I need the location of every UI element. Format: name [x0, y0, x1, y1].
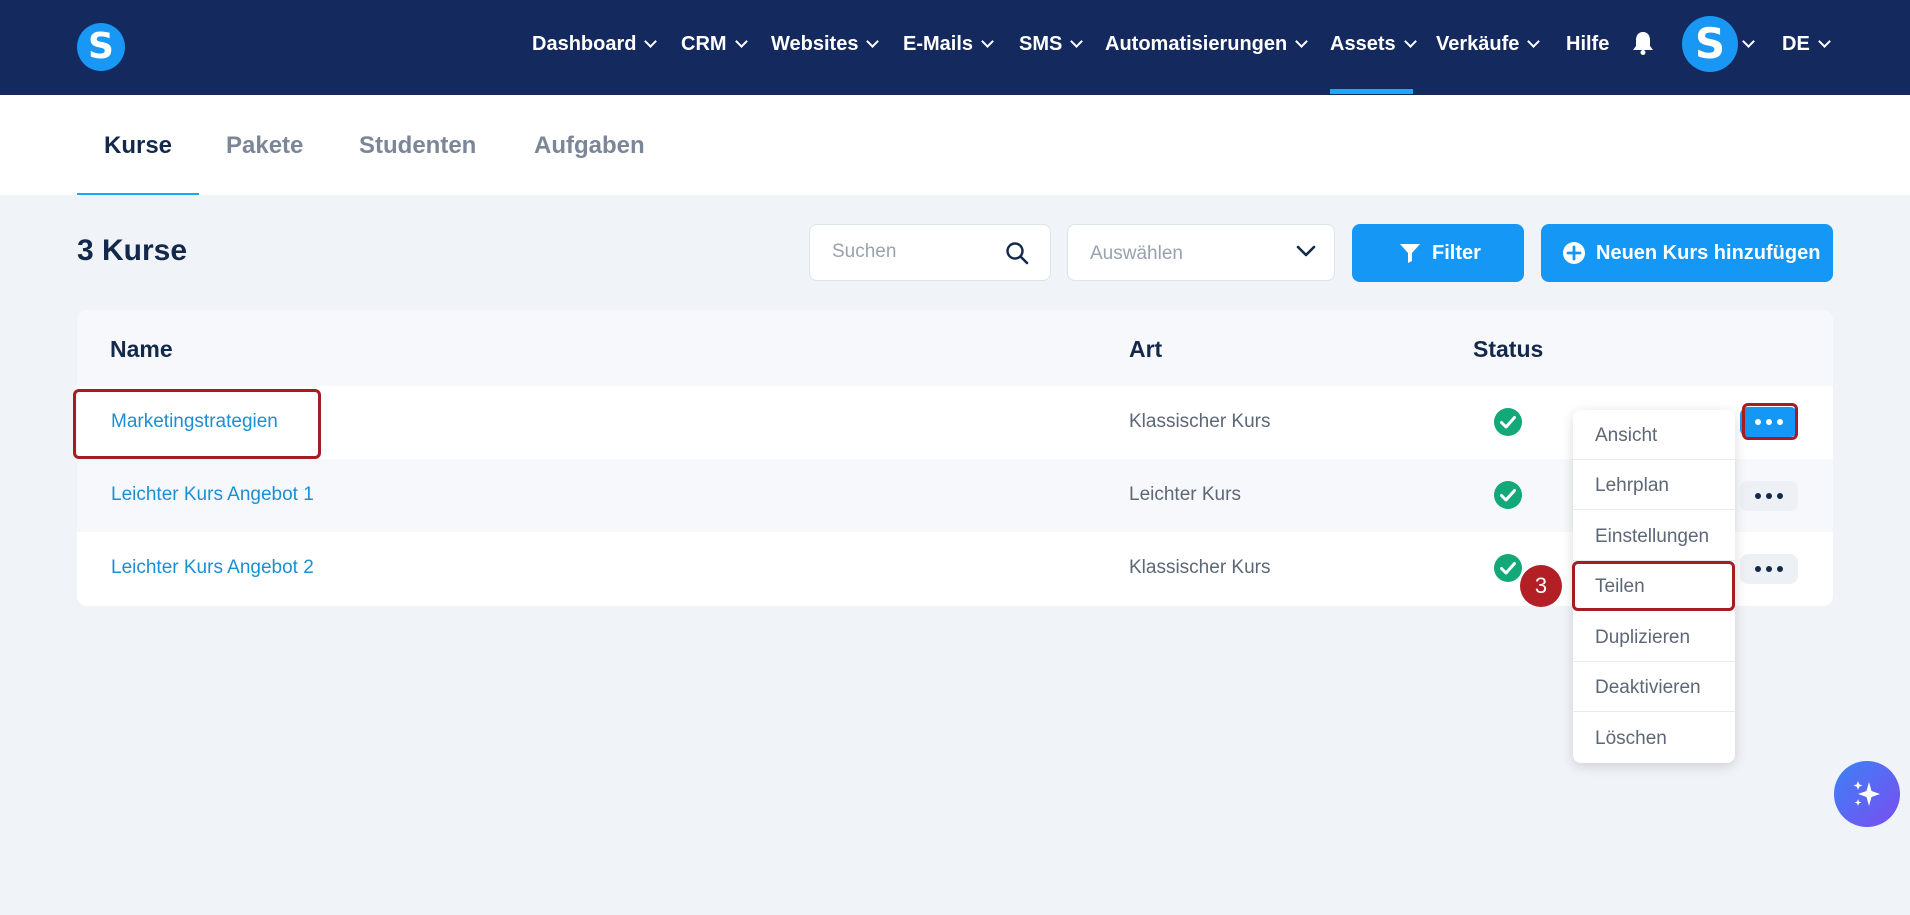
tab-active-indicator [77, 193, 199, 195]
nav-item-hilfe[interactable]: Hilfe [1566, 33, 1609, 56]
nav-label: Dashboard [532, 33, 637, 55]
search-icon[interactable] [1005, 241, 1029, 265]
menu-item-loeschen[interactable]: Löschen [1573, 713, 1735, 763]
chevron-down-icon [1070, 35, 1084, 48]
menu-item-label: Lehrplan [1595, 475, 1669, 496]
column-header-name[interactable]: Name [110, 336, 173, 363]
dot-icon [1766, 493, 1772, 499]
chevron-down-icon [734, 35, 748, 48]
nav-label: Automatisierungen [1105, 33, 1288, 55]
course-type: Klassischer Kurs [1129, 557, 1271, 578]
filter-button[interactable]: Filter [1352, 224, 1524, 282]
row-actions-button[interactable] [1740, 481, 1798, 511]
menu-item-label: Einstellungen [1595, 526, 1710, 547]
table-row: Leichter Kurs Angebot 1 Leichter Kurs [77, 459, 1833, 532]
row-actions-button[interactable] [1740, 554, 1798, 584]
search-input[interactable] [832, 241, 1002, 263]
column-header-art[interactable]: Art [1129, 336, 1162, 363]
chevron-down-icon [1296, 245, 1316, 257]
nav-item-dashboard[interactable]: Dashboard [532, 33, 658, 56]
plus-circle-icon [1563, 242, 1585, 264]
filter-button-label: Filter [1432, 242, 1481, 264]
menu-item-deaktivieren[interactable]: Deaktivieren [1573, 662, 1735, 712]
nav-label: E-Mails [903, 33, 974, 55]
step-badge: 3 [1520, 565, 1562, 607]
bell-icon[interactable] [1632, 31, 1654, 55]
dot-icon [1777, 566, 1783, 572]
course-type: Klassischer Kurs [1129, 411, 1271, 432]
table-header: Name Art Status [77, 310, 1833, 386]
course-type: Leichter Kurs [1129, 484, 1241, 505]
table-row: Leichter Kurs Angebot 2 Klassischer Kurs [77, 532, 1833, 605]
menu-item-label: Duplizieren [1595, 627, 1691, 648]
add-course-button-label: Neuen Kurs hinzufügen [1596, 242, 1821, 264]
nav-label: Assets [1330, 33, 1396, 55]
select-placeholder: Auswählen [1090, 243, 1183, 264]
dot-icon [1755, 493, 1761, 499]
dot-icon [1766, 566, 1772, 572]
table-row: Marketingstrategien Klassischer Kurs [77, 386, 1833, 459]
ai-assistant-button[interactable] [1834, 761, 1900, 827]
highlight-course-name [73, 389, 321, 459]
add-course-button[interactable]: Neuen Kurs hinzufügen [1541, 224, 1833, 282]
sparkle-icon [1853, 781, 1880, 806]
nav-item-verkaeufe[interactable]: Verkäufe [1436, 33, 1541, 56]
tab-pakete[interactable]: Pakete [226, 132, 303, 160]
courses-table: Name Art Status Marketingstrategien Klas… [77, 310, 1833, 606]
avatar-menu-toggle[interactable] [1742, 33, 1755, 56]
top-nav-bar: S Dashboard CRM Websites E-Mails SMS Aut… [0, 0, 1910, 95]
tab-kurse[interactable]: Kurse [104, 132, 172, 160]
language-label: DE [1782, 33, 1810, 55]
check-circle-icon [1494, 481, 1522, 509]
user-avatar[interactable]: S [1682, 16, 1738, 72]
dot-icon [1755, 566, 1761, 572]
menu-item-ansicht[interactable]: Ansicht [1573, 410, 1735, 460]
type-select[interactable]: Auswählen [1067, 224, 1335, 281]
menu-item-label: Deaktivieren [1595, 677, 1701, 698]
chevron-down-icon [1817, 35, 1831, 48]
language-switcher[interactable]: DE [1782, 33, 1831, 56]
chevron-down-icon [981, 35, 994, 48]
tab-studenten[interactable]: Studenten [359, 132, 476, 160]
course-name-link[interactable]: Leichter Kurs Angebot 2 [111, 557, 314, 579]
nav-active-indicator [1330, 89, 1413, 94]
check-circle-icon [1494, 408, 1522, 436]
highlight-teilen [1572, 561, 1735, 611]
page-title: 3 Kurse [77, 234, 188, 267]
chevron-down-icon [1403, 35, 1417, 48]
menu-item-label: Löschen [1595, 728, 1667, 749]
chevron-down-icon [1527, 35, 1541, 48]
search-box [809, 224, 1051, 281]
column-header-status[interactable]: Status [1473, 336, 1543, 363]
highlight-actions-button [1742, 403, 1798, 440]
app-logo[interactable]: S [77, 23, 125, 71]
menu-item-label: Ansicht [1595, 425, 1658, 446]
nav-item-websites[interactable]: Websites [771, 33, 880, 56]
menu-item-einstellungen[interactable]: Einstellungen [1573, 511, 1735, 561]
nav-label: Websites [771, 33, 859, 55]
nav-item-sms[interactable]: SMS [1019, 33, 1084, 56]
check-circle-icon [1494, 554, 1522, 582]
nav-label: Hilfe [1566, 33, 1610, 55]
nav-item-assets[interactable]: Assets [1330, 33, 1417, 56]
nav-label: Verkäufe [1436, 33, 1520, 55]
chevron-down-icon [644, 35, 658, 48]
nav-item-crm[interactable]: CRM [681, 33, 748, 56]
nav-item-automatisierungen[interactable]: Automatisierungen [1105, 33, 1309, 56]
chevron-down-icon [1742, 35, 1755, 48]
menu-item-lehrplan[interactable]: Lehrplan [1573, 460, 1735, 510]
sub-tab-bar: Kurse Pakete Studenten Aufgaben [0, 95, 1910, 195]
course-name-link[interactable]: Leichter Kurs Angebot 1 [111, 484, 314, 506]
dot-icon [1777, 493, 1783, 499]
nav-label: CRM [681, 33, 727, 55]
nav-label: SMS [1019, 33, 1063, 55]
chevron-down-icon [1295, 35, 1309, 48]
menu-item-duplizieren[interactable]: Duplizieren [1573, 612, 1735, 662]
filter-icon [1400, 244, 1420, 263]
tab-aufgaben[interactable]: Aufgaben [534, 132, 645, 160]
chevron-down-icon [866, 35, 880, 48]
nav-item-emails[interactable]: E-Mails [903, 33, 994, 56]
